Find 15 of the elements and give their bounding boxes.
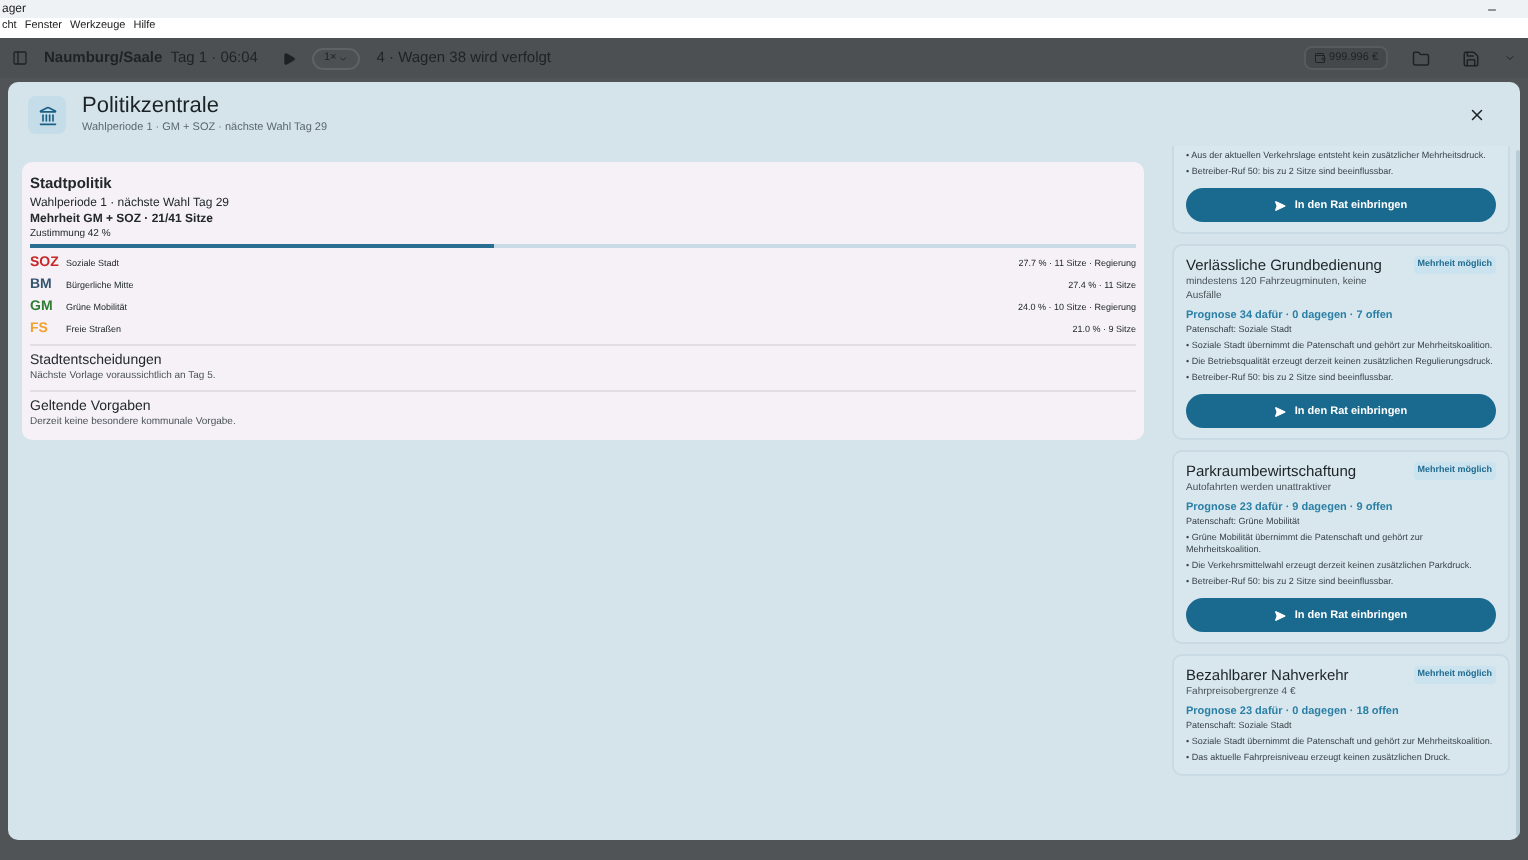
- scrollbar[interactable]: [1516, 150, 1520, 836]
- send-icon: [1274, 609, 1287, 622]
- minimize-icon[interactable]: [1486, 3, 1498, 15]
- caret-icon: [338, 53, 349, 63]
- close-icon: [1467, 106, 1485, 125]
- dialog-title: Politikzentrale: [82, 94, 221, 120]
- wallet-icon: [1313, 52, 1326, 64]
- caret-icon[interactable]: [1504, 52, 1516, 64]
- folder-icon[interactable]: [1412, 49, 1430, 67]
- sidebar-icon[interactable]: [12, 50, 28, 66]
- bank-icon: [37, 105, 57, 126]
- send-icon: [1274, 199, 1287, 212]
- send-icon: [1274, 405, 1287, 418]
- play-icon[interactable]: [281, 51, 296, 65]
- save-icon[interactable]: [1462, 49, 1480, 67]
